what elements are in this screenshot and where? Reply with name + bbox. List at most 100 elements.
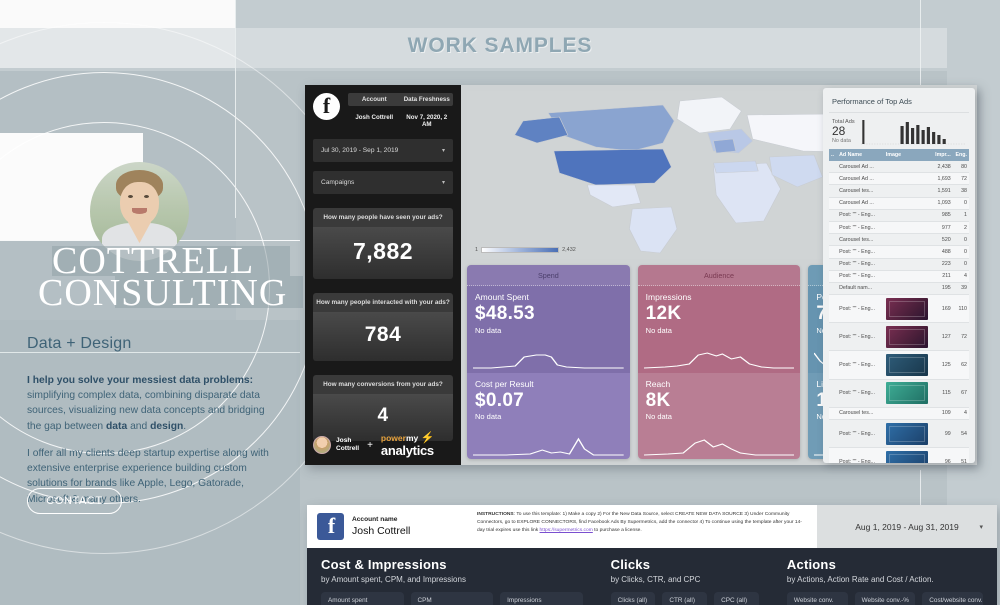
table-row[interactable]: Post: "" - Eng... 115 67 <box>829 379 969 408</box>
bottom-account-block: f Account name Josh Cottrell <box>307 505 477 548</box>
table-row[interactable]: Carousel Ad ... 1,693 72 <box>829 172 969 186</box>
tile-ctr-all-label: CTR (all) <box>669 597 695 604</box>
row-index <box>829 172 838 186</box>
account-values: Josh Cottrell Nov 7, 2020, 2 AM <box>348 112 453 130</box>
metric-card-spend-header: Spend <box>467 265 630 286</box>
supermetrics-link[interactable]: https://supermetrics.com <box>540 528 593 533</box>
campaigns-filter[interactable]: Campaigns ▾ <box>313 171 453 194</box>
map-legend-max: 2,432 <box>562 247 576 253</box>
footer-person-name: Josh Cottrell <box>336 437 359 453</box>
bottom-account-name: Josh Cottrell <box>352 525 411 537</box>
row-engagements: 51 <box>952 447 969 463</box>
table-row[interactable]: Carousel Ad ... 1,093 0 <box>829 197 969 210</box>
logo-analytics: analytics <box>380 443 434 458</box>
group-clicks-heading: Clicks <box>610 557 651 572</box>
date-range-filter-label: Jul 30, 2019 - Sep 1, 2019 <box>321 147 399 154</box>
logo-my: my <box>405 433 419 443</box>
row-engagements: 0 <box>952 245 969 259</box>
metric-impressions-sub: No data <box>645 325 672 335</box>
table-row[interactable]: Post: "" - Eng... 985 1 <box>829 209 969 222</box>
table-row[interactable]: Carousel Ad ... 2,438 80 <box>829 161 969 174</box>
row-ad-name: Carousel tes... <box>837 184 884 198</box>
sparkline-impressions <box>643 351 795 371</box>
row-impressions: 520 <box>928 233 953 247</box>
row-image <box>883 221 929 235</box>
dashboard-left-panel: f Account Data Freshness Josh Cottrell N… <box>305 85 461 465</box>
table-row[interactable]: Post: "" - Eng... 977 2 <box>829 221 969 235</box>
row-engagements: 38 <box>952 184 969 198</box>
account-headers: Account Data Freshness <box>348 93 453 106</box>
col-impressions[interactable]: Impr... <box>928 149 953 161</box>
row-image <box>883 233 929 247</box>
row-index <box>829 197 838 210</box>
tile-website-conv-label: Website conv. <box>793 597 834 604</box>
tile-website-conv-pct-label: Website conv.-% <box>861 597 909 604</box>
account-value-name: Josh Cottrell <box>355 114 394 121</box>
account-value-freshness: Nov 7, 2020, 2 AM <box>406 114 448 128</box>
kpi-reach: How many people have seen your ads? 7,88… <box>313 208 453 279</box>
table-row[interactable]: Post: "" - Eng... 488 0 <box>829 245 969 259</box>
table-row[interactable]: Carousel tes... 109 4 <box>829 407 969 421</box>
table-row[interactable]: Post: "" - Eng... 211 4 <box>829 270 969 283</box>
tile-cpc-all-label: CPC (all) <box>721 597 748 604</box>
table-row[interactable]: Post: "" - Eng... 169 110 <box>829 294 969 324</box>
table-row[interactable]: Post: "" - Eng... 127 72 <box>829 322 969 352</box>
row-image <box>883 161 929 174</box>
tile-clicks-all-label: Clicks (all) <box>617 597 648 604</box>
row-index <box>829 282 838 296</box>
tile-cpc-all: CPC (all) $0.2 <box>714 592 759 605</box>
row-impressions: 127 <box>928 322 953 352</box>
date-range-filter[interactable]: Jul 30, 2019 - Sep 1, 2019 ▾ <box>313 139 453 162</box>
metric-impressions-value: 12K <box>645 303 682 324</box>
bio-end: . <box>183 420 187 432</box>
sparkline-reach <box>643 437 795 457</box>
top-ads-table[interactable]: .. Ad Name Image Impr... Eng. Carousel A… <box>829 149 969 463</box>
kpi-interactions-value: 784 <box>313 312 453 361</box>
metric-cost-per-result-value: $0.07 <box>475 389 525 411</box>
table-body: Carousel Ad ... 2,438 80 Carousel Ad ... 1,6… <box>829 161 969 463</box>
bio-bold-data: data <box>106 420 128 432</box>
table-row[interactable]: Post: "" - Eng... 223 0 <box>829 258 969 271</box>
table-row[interactable]: Post: "" - Eng... 96 51 <box>829 447 969 463</box>
row-engagements: 72 <box>952 322 969 352</box>
row-index <box>829 258 838 271</box>
row-impressions: 985 <box>928 209 953 222</box>
row-ad-name: Post: "" - Eng... <box>837 209 884 222</box>
row-ad-name: Post: "" - Eng... <box>837 270 884 283</box>
row-impressions: 1,591 <box>928 184 953 198</box>
row-impressions: 125 <box>928 350 953 380</box>
bio-paragraph-1: I help you solve your messiest data prob… <box>27 373 279 434</box>
map-legend-gradient <box>481 247 560 253</box>
ad-thumbnail <box>885 450 928 463</box>
metric-impressions: Impressions 12K No data <box>637 286 801 373</box>
row-engagements: 0 <box>952 233 969 247</box>
chevron-down-icon: ▾ <box>441 180 445 186</box>
metric-cost-per-result-sub: No data <box>475 412 502 422</box>
table-row[interactable]: Carousel tes... 1,591 38 <box>829 184 969 198</box>
table-row[interactable]: Post: "" - Eng... 99 54 <box>829 419 969 449</box>
contact-button[interactable]: CONTACT <box>27 488 122 514</box>
row-engagements: 67 <box>952 379 969 408</box>
col-image[interactable]: Image <box>883 149 929 161</box>
table-row[interactable]: Default nam... 195 39 <box>829 282 969 296</box>
col-engagements[interactable]: Eng. <box>952 149 969 161</box>
ad-thumbnail <box>885 382 928 405</box>
row-image <box>883 184 929 198</box>
col-ad-name[interactable]: Ad Name <box>837 149 884 161</box>
group-clicks: Clicks by Clicks, CTR, and CPC Clicks (a… <box>597 557 773 605</box>
instructions-text: INSTRUCTIONS: To use this template: 1) M… <box>477 505 817 548</box>
tile-website-conv: Website conv. 56.0 <box>786 592 848 605</box>
metric-card-audience-header: Audience <box>637 265 801 286</box>
footer-person-last: Cottrell <box>336 445 360 452</box>
row-index <box>829 209 838 222</box>
tile-impressions-label: Impressions <box>507 597 542 604</box>
bottom-date-range-picker[interactable]: Aug 1, 2019 - Aug 31, 2019 ▾ <box>817 505 997 548</box>
plus-icon: + <box>367 439 373 451</box>
row-ad-name: Post: "" - Eng... <box>837 258 884 271</box>
table-row[interactable]: Carousel tes... 520 0 <box>829 233 969 247</box>
tile-impressions: Impressions 10,523 <box>500 592 583 605</box>
table-row[interactable]: Post: "" - Eng... 125 62 <box>829 350 969 380</box>
col-index[interactable]: .. <box>829 149 838 161</box>
group-cost-impressions-heading: Cost & Impressions <box>321 557 447 572</box>
dashboard-bottom-body: Cost & Impressions by Amount spent, CPM,… <box>307 548 997 605</box>
